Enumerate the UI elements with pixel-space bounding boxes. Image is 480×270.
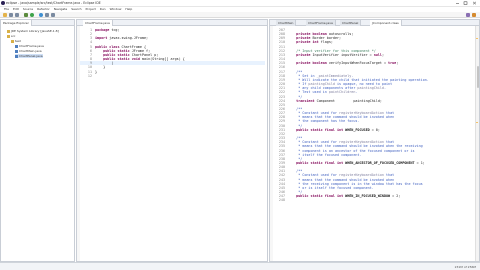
tree-item[interactable]: ChartMain.java (15, 49, 42, 53)
scrollbar-thumb[interactable] (477, 66, 479, 88)
editor-right-scrollbar[interactable] (475, 26, 479, 261)
overview-mark[interactable] (476, 38, 478, 39)
status-bar: 231M of 256M (0, 262, 480, 270)
tab-package-explorer[interactable]: Package Explorer (1, 20, 32, 26)
code-text: private boolean verifyInputWhenFocusTarg… (296, 61, 399, 66)
package-explorer-tabstrip: Package Explorer (1, 20, 74, 26)
code-text: } (95, 69, 98, 74)
tree-item[interactable]: JRE System Library [JavaSE-1.8] (7, 29, 59, 33)
editor-right: ChartMain ChartFrame.java ChartPanel JCompo… (269, 19, 480, 262)
line-number: 248 (278, 198, 285, 203)
overview-mark[interactable] (476, 122, 478, 123)
run-icon[interactable] (30, 13, 34, 17)
minimize-icon[interactable] (455, 1, 460, 5)
open-type-icon[interactable] (51, 13, 55, 17)
code-line[interactable]: 12 (80, 74, 265, 78)
tab-chartframe-java[interactable]: ChartFrame.java (306, 20, 336, 26)
tree-item[interactable]: src (7, 34, 15, 38)
code-text: package tcg; (95, 28, 120, 32)
new-class-icon[interactable] (39, 13, 43, 17)
perspective-icon[interactable] (466, 13, 470, 17)
code-text: public static final int WHEN_ANCESTOR_OF… (296, 161, 425, 165)
code-text: private InputVerifier inputVerifier = nu… (296, 52, 384, 57)
save-icon[interactable] (9, 13, 13, 17)
java-file-icon (15, 54, 18, 58)
code-line[interactable]: 248 (273, 198, 473, 202)
line-number: 12 (87, 73, 92, 78)
editor-left-code[interactable]: 1 package tcg; 2 3 import javax.swing.JFrame… (80, 28, 265, 78)
tree-item-label: src (11, 34, 16, 38)
tab-chartframe[interactable]: ChartFrame.java (83, 20, 113, 26)
new-icon[interactable] (3, 13, 7, 17)
tree-item-label: JRE System Library [JavaSE-1.8] (11, 29, 59, 33)
package-explorer: Package Explorer JRE System Library [Jav… (0, 19, 75, 262)
tree-item[interactable]: ChartPanel.java (15, 54, 43, 58)
tab-chartmain[interactable]: ChartMain (276, 20, 297, 26)
print-icon[interactable] (15, 13, 19, 17)
tab-chartpanel[interactable]: ChartPanel (340, 20, 362, 26)
editor-left-tabstrip: ChartFrame.java (77, 20, 267, 26)
heap-status[interactable]: 231M of 256M (455, 265, 476, 269)
java-file-icon (15, 49, 18, 53)
tree-item-label: ChartMain.java (19, 49, 42, 53)
tree-item-label: ChartPanel.java (19, 54, 43, 58)
tree-item-label: test (15, 39, 21, 43)
editor-right-tabstrip: ChartMain ChartFrame.java ChartPanel JCompo… (270, 20, 479, 26)
maximize-icon[interactable] (463, 1, 468, 5)
search-icon[interactable] (45, 13, 49, 17)
tree-item[interactable]: test (11, 39, 21, 43)
tree-item[interactable]: ChartFrame.java (15, 44, 44, 48)
app-icon (1, 1, 5, 5)
folder-icon (7, 29, 10, 33)
editor-left: ChartFrame.java 1 package tcg; 2 3 import ja… (76, 19, 268, 262)
editor-right-code[interactable]: 207 208 private boolean autoscrolls; 209 p… (273, 28, 473, 203)
folder-icon (11, 39, 14, 43)
code-text: transient Component paintingChild; (296, 98, 382, 103)
window-title: eclipse - java/sample/src/test/ChartFram… (6, 1, 101, 5)
toolbar (0, 12, 480, 18)
code-text: private int flags; (296, 40, 333, 45)
window-titlebar: eclipse - java/sample/src/test/ChartFram… (0, 0, 480, 7)
folder-icon (7, 34, 10, 38)
code-text: public static final int WHEN_IN_FOCUSED_… (296, 194, 401, 199)
code-text: public static final int WHEN_FOCUSED = 0… (296, 127, 380, 132)
tree-item-label: ChartFrame.java (19, 44, 44, 48)
java-file-icon (15, 44, 18, 48)
debug-icon[interactable] (24, 13, 28, 17)
java-perspective-icon[interactable] (472, 13, 476, 17)
tab-jcomponent-class[interactable]: JComponent.class (370, 20, 402, 26)
close-icon[interactable] (472, 1, 477, 5)
code-text: import javax.swing.JFrame; (95, 36, 149, 41)
